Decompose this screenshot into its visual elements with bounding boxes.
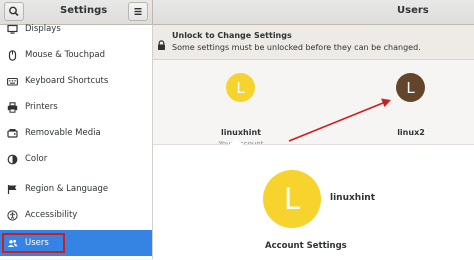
- sidebar-item-keyboard-shortcuts[interactable]: Keyboard Shortcuts: [0, 68, 152, 94]
- annotation-arrow: [288, 98, 391, 142]
- sidebar-item-label: Printers: [25, 102, 58, 112]
- sidebar-item-region-language[interactable]: Region & Language: [0, 176, 152, 202]
- sidebar-item-displays[interactable]: Displays: [0, 16, 152, 42]
- sidebar-item-label: Region & Language: [25, 184, 109, 194]
- sidebar-item-removable-media[interactable]: Removable Media: [0, 120, 152, 146]
- sidebar-item-label: Accessibility: [25, 210, 78, 220]
- region-icon: [7, 184, 18, 195]
- keyboard-icon: [7, 76, 18, 87]
- annotation-highlight-box: [2, 233, 65, 253]
- panel-title: Users: [397, 5, 429, 16]
- sidebar-item-label: Keyboard Shortcuts: [25, 76, 109, 86]
- users-panel: Unlock to Change Settings Some settings …: [153, 25, 474, 260]
- color-icon: [7, 154, 18, 165]
- sidebar-item-label: Color: [25, 154, 48, 164]
- display-icon: [7, 24, 18, 35]
- settings-title: Settings: [60, 5, 108, 16]
- sidebar-item-label: Displays: [25, 24, 61, 34]
- printer-icon: [7, 101, 18, 113]
- media-icon: [7, 128, 18, 139]
- sidebar-item-accessibility[interactable]: Accessibility: [0, 202, 152, 228]
- accessibility-icon: [7, 209, 18, 221]
- sidebar-item-printers[interactable]: Printers: [0, 94, 152, 120]
- sidebar: Displays Mouse & Touchpad Keyboard Short…: [0, 24, 153, 259]
- sidebar-item-color[interactable]: Color: [0, 146, 152, 172]
- sidebar-item-label: Mouse & Touchpad: [25, 50, 106, 60]
- mouse-icon: [7, 49, 18, 61]
- sidebar-item-mouse-touchpad[interactable]: Mouse & Touchpad: [0, 42, 152, 68]
- sidebar-item-label: Removable Media: [25, 128, 101, 138]
